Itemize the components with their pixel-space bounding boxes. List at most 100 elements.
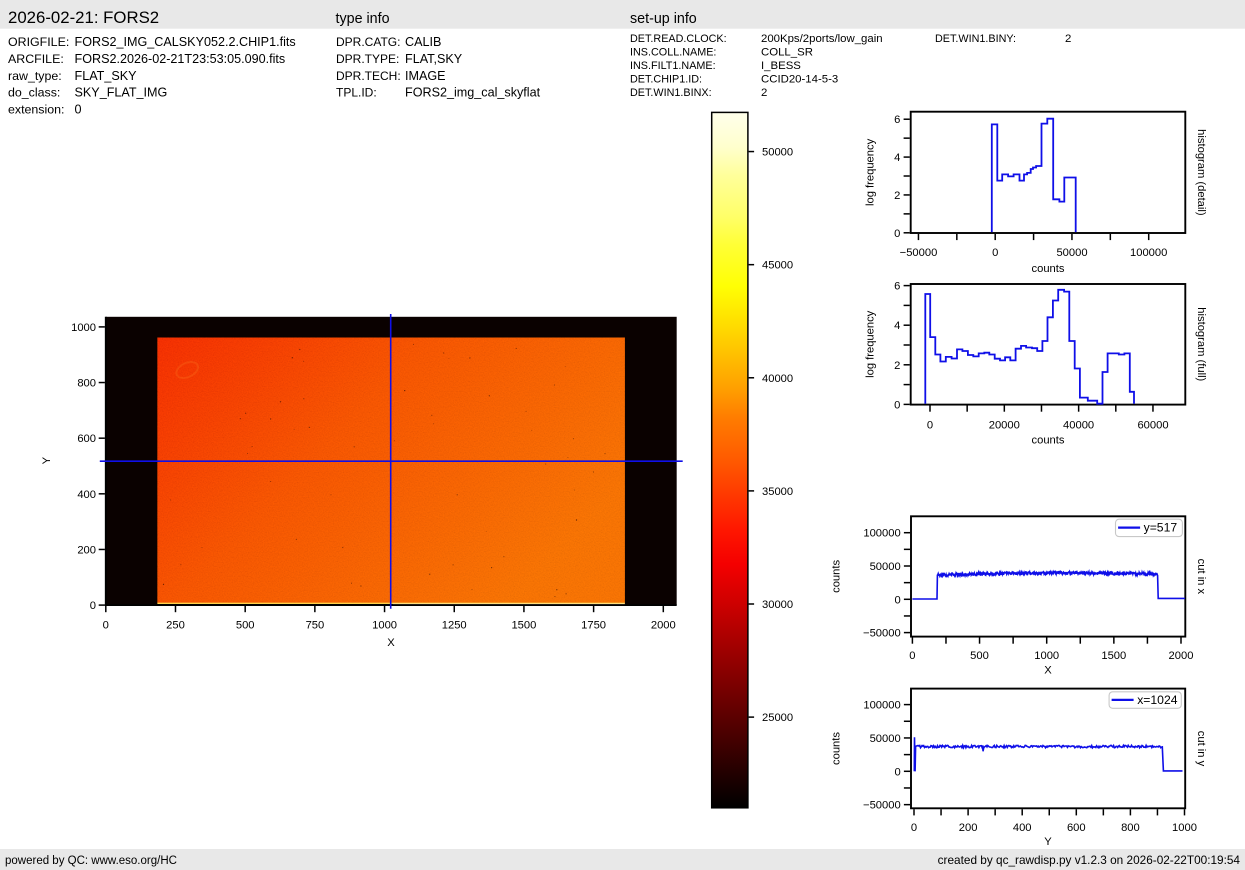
svg-text:CCID20-14-5-3: CCID20-14-5-3 [761, 74, 838, 86]
svg-text:0: 0 [103, 619, 109, 631]
svg-text:20000: 20000 [989, 419, 1020, 431]
svg-text:45000: 45000 [762, 260, 793, 272]
svg-text:0: 0 [909, 650, 915, 662]
svg-text:TPL.ID:: TPL.ID: [336, 86, 377, 100]
svg-text:x=1024: x=1024 [1137, 693, 1178, 707]
svg-text:1000: 1000 [1034, 650, 1059, 662]
svg-text:SKY_FLAT_IMG: SKY_FLAT_IMG [75, 86, 168, 100]
svg-text:DET.READ.CLOCK:: DET.READ.CLOCK: [630, 33, 727, 45]
svg-text:DET.CHIP1.ID:: DET.CHIP1.ID: [630, 74, 702, 86]
svg-text:100000: 100000 [1130, 247, 1167, 259]
svg-text:1000: 1000 [71, 322, 96, 334]
svg-text:6: 6 [894, 281, 900, 293]
svg-text:−50000: −50000 [863, 628, 901, 640]
svg-text:powered by QC: www.eso.org/HC: powered by QC: www.eso.org/HC [5, 855, 177, 867]
svg-text:50000: 50000 [870, 561, 901, 573]
svg-text:60000: 60000 [1137, 419, 1168, 431]
svg-text:log frequency: log frequency [865, 310, 877, 378]
svg-text:0: 0 [894, 766, 900, 778]
svg-text:0: 0 [927, 419, 933, 431]
svg-text:do_class:: do_class: [8, 86, 60, 100]
svg-text:counts: counts [1032, 263, 1065, 275]
svg-text:2: 2 [894, 360, 900, 372]
svg-text:1000: 1000 [372, 619, 397, 631]
svg-text:FORS2_img_cal_skyflat: FORS2_img_cal_skyflat [405, 86, 541, 100]
svg-text:0: 0 [894, 399, 900, 411]
svg-text:500: 500 [970, 650, 989, 662]
svg-text:INS.COLL.NAME:: INS.COLL.NAME: [630, 46, 716, 58]
svg-text:0: 0 [90, 600, 96, 612]
svg-text:created by qc_rawdisp.py v1.2.: created by qc_rawdisp.py v1.2.3 on 2026-… [938, 853, 1241, 867]
svg-text:DET.WIN1.BINX:: DET.WIN1.BINX: [630, 87, 712, 99]
svg-text:100000: 100000 [863, 700, 900, 712]
svg-text:50000: 50000 [870, 733, 901, 745]
svg-text:cut in y: cut in y [1195, 731, 1207, 767]
svg-text:50000: 50000 [762, 147, 793, 159]
svg-text:30000: 30000 [762, 599, 793, 611]
svg-text:CALIB: CALIB [405, 35, 441, 49]
svg-text:y=517: y=517 [1144, 521, 1178, 535]
svg-text:log frequency: log frequency [865, 138, 877, 206]
svg-text:DET.WIN1.BINY:: DET.WIN1.BINY: [935, 33, 1016, 45]
svg-text:35000: 35000 [762, 486, 793, 498]
svg-text:FORS2.2026-02-21T23:53:05.090.: FORS2.2026-02-21T23:53:05.090.fits [75, 52, 286, 66]
svg-text:4: 4 [894, 320, 900, 332]
svg-text:FLAT,SKY: FLAT,SKY [405, 52, 463, 66]
svg-text:1500: 1500 [1101, 650, 1126, 662]
svg-text:type info: type info [336, 11, 390, 27]
svg-text:0: 0 [894, 228, 900, 240]
svg-text:FORS2_IMG_CALSKY052.2.CHIP1.fi: FORS2_IMG_CALSKY052.2.CHIP1.fits [75, 35, 296, 49]
svg-text:I_BESS: I_BESS [761, 60, 801, 72]
svg-text:2026-02-21: FORS2: 2026-02-21: FORS2 [8, 8, 159, 27]
svg-text:0: 0 [894, 594, 900, 606]
svg-text:400: 400 [77, 489, 96, 501]
svg-text:IMAGE: IMAGE [405, 69, 446, 83]
svg-text:cut in x: cut in x [1195, 559, 1207, 595]
svg-text:4: 4 [894, 152, 900, 164]
svg-text:200Kps/2ports/low_gain: 200Kps/2ports/low_gain [761, 33, 883, 45]
svg-text:set-up info: set-up info [630, 11, 697, 27]
svg-text:DPR.CATG:: DPR.CATG: [336, 35, 400, 49]
svg-text:800: 800 [77, 378, 96, 390]
svg-text:counts: counts [831, 560, 843, 593]
svg-text:INS.FILT1.NAME:: INS.FILT1.NAME: [630, 60, 716, 72]
svg-text:ARCFILE:: ARCFILE: [8, 52, 64, 66]
svg-text:1750: 1750 [581, 619, 606, 631]
svg-text:−50000: −50000 [863, 800, 901, 812]
svg-text:400: 400 [1013, 822, 1032, 834]
svg-text:FLAT_SKY: FLAT_SKY [75, 69, 138, 83]
svg-text:2: 2 [894, 190, 900, 202]
svg-text:0: 0 [911, 822, 917, 834]
svg-text:DPR.TYPE:: DPR.TYPE: [336, 52, 399, 66]
svg-text:0: 0 [992, 247, 998, 259]
svg-text:2: 2 [1065, 33, 1071, 45]
svg-text:extension:: extension: [8, 103, 64, 117]
svg-text:750: 750 [306, 619, 325, 631]
svg-text:800: 800 [1121, 822, 1140, 834]
svg-text:2000: 2000 [1169, 650, 1194, 662]
svg-text:Y: Y [1044, 836, 1052, 848]
svg-text:counts: counts [1032, 434, 1065, 446]
svg-text:600: 600 [1067, 822, 1086, 834]
svg-text:−50000: −50000 [900, 247, 938, 259]
svg-text:25000: 25000 [762, 712, 793, 724]
svg-text:600: 600 [77, 433, 96, 445]
svg-text:DPR.TECH:: DPR.TECH: [336, 69, 401, 83]
svg-text:1500: 1500 [511, 619, 536, 631]
svg-text:counts: counts [831, 732, 843, 765]
svg-text:50000: 50000 [1056, 247, 1087, 259]
svg-text:250: 250 [166, 619, 185, 631]
svg-text:200: 200 [77, 545, 96, 557]
svg-text:ORIGFILE:: ORIGFILE: [8, 35, 69, 49]
svg-text:raw_type:: raw_type: [8, 69, 62, 83]
svg-text:COLL_SR: COLL_SR [761, 46, 813, 58]
svg-text:500: 500 [236, 619, 255, 631]
svg-text:40000: 40000 [1063, 419, 1094, 431]
svg-text:1000: 1000 [1172, 822, 1197, 834]
svg-text:Y: Y [41, 456, 53, 464]
svg-text:2: 2 [761, 87, 767, 99]
svg-text:X: X [1044, 665, 1052, 677]
svg-text:histogram (detail): histogram (detail) [1195, 129, 1207, 216]
svg-text:1250: 1250 [442, 619, 467, 631]
svg-text:0: 0 [75, 103, 82, 117]
